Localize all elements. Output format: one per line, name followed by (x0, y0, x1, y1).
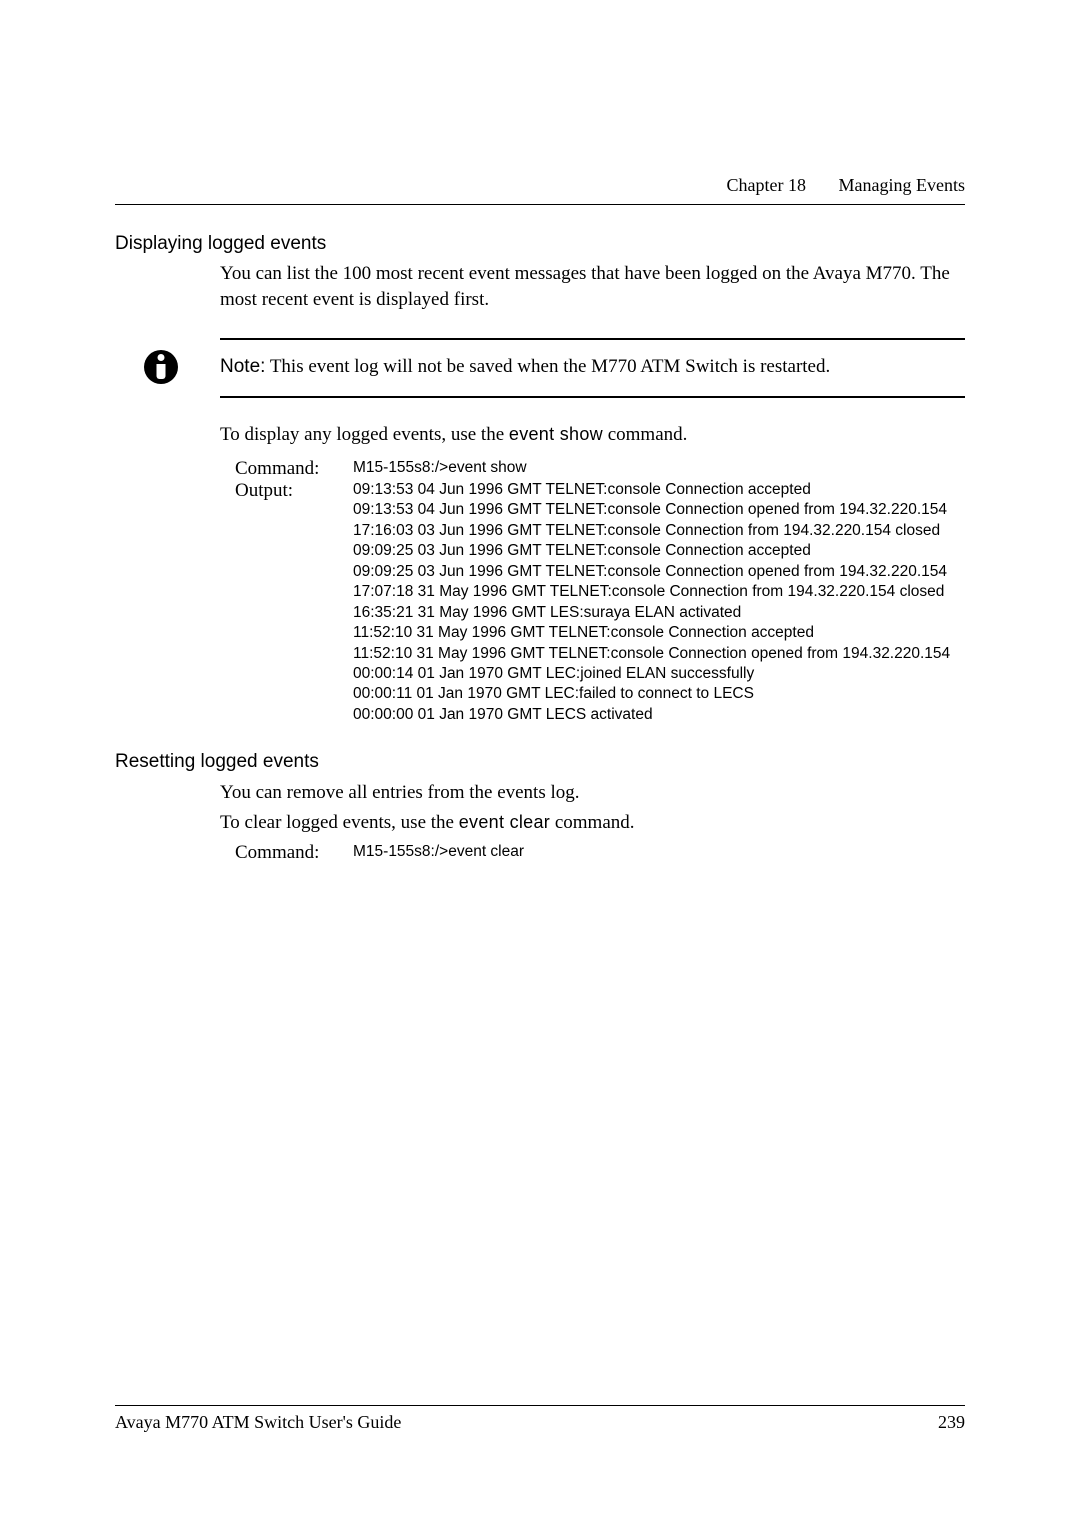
output-line: 11:52:10 31 May 1996 GMT TELNET:console … (353, 644, 965, 664)
display-intro-b: command. (603, 424, 687, 445)
output-line: 00:00:00 01 Jan 1970 GMT LECS activated (353, 705, 965, 725)
note-bottom-rule (220, 396, 965, 398)
display-intro: To display any logged events, use the ev… (220, 422, 965, 448)
running-header: Chapter 18 Managing Events (115, 175, 965, 196)
footer-rule (115, 1405, 965, 1406)
page-footer: Avaya M770 ATM Switch User's Guide 239 (115, 1405, 965, 1433)
page: Chapter 18 Managing Events Displaying lo… (0, 0, 1080, 1528)
footer-row: Avaya M770 ATM Switch User's Guide 239 (115, 1412, 965, 1433)
output-line: 09:09:25 03 Jun 1996 GMT TELNET:console … (353, 541, 965, 561)
event-show-command: event show (509, 424, 603, 444)
event-clear-command: event clear (459, 812, 550, 832)
note-label: Note: (220, 356, 265, 377)
output-label: Output: (235, 480, 343, 725)
chapter-title: Managing Events (839, 175, 965, 195)
page-number: 239 (938, 1412, 965, 1433)
output-line: 09:13:53 04 Jun 1996 GMT TELNET:console … (353, 500, 965, 520)
section2-para1: You can remove all entries from the even… (220, 779, 965, 807)
display-intro-a: To display any logged events, use the (220, 424, 509, 445)
command-output-block: Command: M15-155s8:/>event show Output: … (235, 458, 965, 725)
note-text: Note: This event log will not be saved w… (220, 356, 830, 378)
output-line: 17:16:03 03 Jun 1996 GMT TELNET:console … (353, 521, 965, 541)
chapter-label: Chapter 18 (727, 175, 806, 195)
output-line: 00:00:11 01 Jan 1970 GMT LEC:failed to c… (353, 684, 965, 704)
note-block: Note: This event log will not be saved w… (220, 338, 965, 398)
output-line: 09:13:53 04 Jun 1996 GMT TELNET:console … (353, 480, 965, 500)
output-lines: 09:13:53 04 Jun 1996 GMT TELNET:console … (353, 480, 965, 725)
header-rule (115, 204, 965, 205)
note-row: Note: This event log will not be saved w… (220, 340, 965, 396)
clear-command-block: Command: M15-155s8:/>event clear (235, 842, 965, 864)
section1-paragraph: You can list the 100 most recent event m… (220, 261, 965, 312)
output-line: 11:52:10 31 May 1996 GMT TELNET:console … (353, 623, 965, 643)
command-value: M15-155s8:/>event show (353, 458, 965, 480)
section-title-resetting: Resetting logged events (115, 751, 965, 773)
clear-intro-b: command. (550, 812, 634, 833)
output-line: 17:07:18 31 May 1996 GMT TELNET:console … (353, 582, 965, 602)
note-body: This event log will not be saved when th… (265, 356, 830, 377)
output-line: 09:09:25 03 Jun 1996 GMT TELNET:console … (353, 562, 965, 582)
command-label: Command: (235, 458, 343, 480)
clear-intro-a: To clear logged events, use the (220, 812, 459, 833)
section-title-displaying: Displaying logged events (115, 233, 965, 255)
output-line: 16:35:21 31 May 1996 GMT LES:suraya ELAN… (353, 603, 965, 623)
clear-command-label: Command: (235, 842, 343, 864)
output-line: 00:00:14 01 Jan 1970 GMT LEC:joined ELAN… (353, 664, 965, 684)
clear-intro: To clear logged events, use the event cl… (220, 809, 965, 837)
clear-command-value: M15-155s8:/>event clear (353, 842, 965, 864)
section2: Resetting logged events You can remove a… (115, 751, 965, 864)
info-icon (144, 350, 178, 384)
footer-left: Avaya M770 ATM Switch User's Guide (115, 1412, 401, 1433)
